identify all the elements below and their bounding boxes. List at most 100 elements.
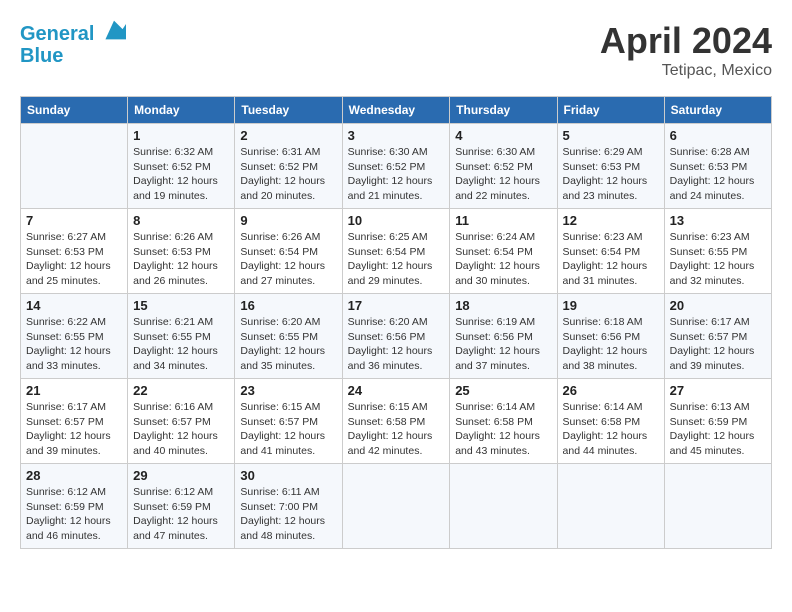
day-number: 17 [348,298,445,313]
calendar-cell: 20 Sunrise: 6:17 AMSunset: 6:57 PMDayligh… [664,294,771,379]
calendar-cell: 24 Sunrise: 6:15 AMSunset: 6:58 PMDayligh… [342,379,450,464]
calendar-cell: 6Sunrise: 6:28 AMSunset: 6:53 PMDaylight… [664,124,771,209]
weekday-header: Thursday [450,97,557,124]
day-number: 30 [240,468,336,483]
location-text: Tetipac, Mexico [600,62,772,80]
day-detail: Sunrise: 6:14 AMSunset: 6:58 PMDaylight:… [563,400,659,459]
day-detail: Sunrise: 6:11 AMSunset: 7:00 PMDaylight:… [240,485,336,544]
calendar-cell: 28 Sunrise: 6:12 AMSunset: 6:59 PMDayligh… [21,464,128,549]
logo-subtext: Blue [20,45,124,67]
day-detail: Sunrise: 6:30 AMSunset: 6:52 PMDaylight:… [455,145,551,204]
day-number: 5 [563,128,659,143]
logo: General Blue [20,20,124,67]
day-detail: Sunrise: 6:29 AMSunset: 6:53 PMDaylight:… [563,145,659,204]
calendar-cell [21,124,128,209]
calendar-header: SundayMondayTuesdayWednesdayThursdayFrid… [21,97,772,124]
day-number: 6 [670,128,766,143]
day-detail: Sunrise: 6:12 AMSunset: 6:59 PMDaylight:… [26,485,122,544]
calendar-cell: 4 Sunrise: 6:30 AMSunset: 6:52 PMDaylight… [450,124,557,209]
day-number: 9 [240,213,336,228]
calendar-cell: 26Sunrise: 6:14 AMSunset: 6:58 PMDayligh… [557,379,664,464]
day-detail: Sunrise: 6:16 AMSunset: 6:57 PMDaylight:… [133,400,229,459]
calendar-cell: 15Sunrise: 6:21 AMSunset: 6:55 PMDayligh… [128,294,235,379]
day-detail: Sunrise: 6:20 AMSunset: 6:56 PMDaylight:… [348,315,445,374]
day-detail: Sunrise: 6:26 AMSunset: 6:53 PMDaylight:… [133,230,229,289]
day-number: 12 [563,213,659,228]
logo-text: General [20,20,124,45]
day-number: 8 [133,213,229,228]
day-detail: Sunrise: 6:17 AMSunset: 6:57 PMDaylight:… [670,315,766,374]
day-number: 1 [133,128,229,143]
day-number: 19 [563,298,659,313]
day-number: 29 [133,468,229,483]
calendar-cell: 30 Sunrise: 6:11 AMSunset: 7:00 PMDayligh… [235,464,342,549]
calendar-cell: 5 Sunrise: 6:29 AMSunset: 6:53 PMDaylight… [557,124,664,209]
day-number: 27 [670,383,766,398]
calendar-cell: 16Sunrise: 6:20 AMSunset: 6:55 PMDayligh… [235,294,342,379]
calendar-week-row: 28 Sunrise: 6:12 AMSunset: 6:59 PMDayligh… [21,464,772,549]
page-header: General Blue April 2024 Tetipac, Mexico [20,20,772,80]
calendar-week-row: 1Sunrise: 6:32 AMSunset: 6:52 PMDaylight… [21,124,772,209]
day-number: 15 [133,298,229,313]
day-number: 14 [26,298,122,313]
weekday-header: Saturday [664,97,771,124]
calendar-cell: 18 Sunrise: 6:19 AMSunset: 6:56 PMDayligh… [450,294,557,379]
calendar-cell: 17 Sunrise: 6:20 AMSunset: 6:56 PMDayligh… [342,294,450,379]
day-number: 18 [455,298,551,313]
day-detail: Sunrise: 6:18 AMSunset: 6:56 PMDaylight:… [563,315,659,374]
day-detail: Sunrise: 6:12 AMSunset: 6:59 PMDaylight:… [133,485,229,544]
day-number: 13 [670,213,766,228]
day-number: 25 [455,383,551,398]
day-detail: Sunrise: 6:23 AMSunset: 6:55 PMDaylight:… [670,230,766,289]
calendar-cell: 7 Sunrise: 6:27 AMSunset: 6:53 PMDaylight… [21,209,128,294]
calendar-cell: 25 Sunrise: 6:14 AMSunset: 6:58 PMDayligh… [450,379,557,464]
calendar-cell: 1Sunrise: 6:32 AMSunset: 6:52 PMDaylight… [128,124,235,209]
weekday-header: Tuesday [235,97,342,124]
calendar-cell: 21 Sunrise: 6:17 AMSunset: 6:57 PMDayligh… [21,379,128,464]
day-number: 28 [26,468,122,483]
title-block: April 2024 Tetipac, Mexico [600,20,772,80]
calendar-body: 1Sunrise: 6:32 AMSunset: 6:52 PMDaylight… [21,124,772,549]
weekday-header: Friday [557,97,664,124]
calendar-cell: 23 Sunrise: 6:15 AMSunset: 6:57 PMDayligh… [235,379,342,464]
calendar-cell: 11 Sunrise: 6:24 AMSunset: 6:54 PMDayligh… [450,209,557,294]
day-number: 24 [348,383,445,398]
day-detail: Sunrise: 6:24 AMSunset: 6:54 PMDaylight:… [455,230,551,289]
day-detail: Sunrise: 6:15 AMSunset: 6:57 PMDaylight:… [240,400,336,459]
day-number: 10 [348,213,445,228]
day-detail: Sunrise: 6:27 AMSunset: 6:53 PMDaylight:… [26,230,122,289]
weekday-header: Sunday [21,97,128,124]
day-detail: Sunrise: 6:19 AMSunset: 6:56 PMDaylight:… [455,315,551,374]
calendar-cell: 13 Sunrise: 6:23 AMSunset: 6:55 PMDayligh… [664,209,771,294]
calendar-cell [450,464,557,549]
weekday-header: Wednesday [342,97,450,124]
calendar-cell: 22Sunrise: 6:16 AMSunset: 6:57 PMDayligh… [128,379,235,464]
day-detail: Sunrise: 6:30 AMSunset: 6:52 PMDaylight:… [348,145,445,204]
day-number: 11 [455,213,551,228]
day-detail: Sunrise: 6:14 AMSunset: 6:58 PMDaylight:… [455,400,551,459]
weekday-header: Monday [128,97,235,124]
day-number: 20 [670,298,766,313]
day-number: 23 [240,383,336,398]
day-number: 16 [240,298,336,313]
calendar-week-row: 14 Sunrise: 6:22 AMSunset: 6:55 PMDayligh… [21,294,772,379]
calendar-cell: 12 Sunrise: 6:23 AMSunset: 6:54 PMDayligh… [557,209,664,294]
calendar-cell: 19 Sunrise: 6:18 AMSunset: 6:56 PMDayligh… [557,294,664,379]
calendar-cell: 2Sunrise: 6:31 AMSunset: 6:52 PMDaylight… [235,124,342,209]
day-detail: Sunrise: 6:15 AMSunset: 6:58 PMDaylight:… [348,400,445,459]
calendar-cell: 10 Sunrise: 6:25 AMSunset: 6:54 PMDayligh… [342,209,450,294]
day-number: 4 [455,128,551,143]
calendar-table: SundayMondayTuesdayWednesdayThursdayFrid… [20,96,772,549]
day-detail: Sunrise: 6:31 AMSunset: 6:52 PMDaylight:… [240,145,336,204]
calendar-cell: 8 Sunrise: 6:26 AMSunset: 6:53 PMDaylight… [128,209,235,294]
calendar-cell: 29 Sunrise: 6:12 AMSunset: 6:59 PMDayligh… [128,464,235,549]
day-detail: Sunrise: 6:17 AMSunset: 6:57 PMDaylight:… [26,400,122,459]
day-detail: Sunrise: 6:13 AMSunset: 6:59 PMDaylight:… [670,400,766,459]
day-detail: Sunrise: 6:22 AMSunset: 6:55 PMDaylight:… [26,315,122,374]
day-number: 21 [26,383,122,398]
day-detail: Sunrise: 6:23 AMSunset: 6:54 PMDaylight:… [563,230,659,289]
day-detail: Sunrise: 6:25 AMSunset: 6:54 PMDaylight:… [348,230,445,289]
calendar-cell [342,464,450,549]
calendar-cell: 9Sunrise: 6:26 AMSunset: 6:54 PMDaylight… [235,209,342,294]
day-number: 7 [26,213,122,228]
